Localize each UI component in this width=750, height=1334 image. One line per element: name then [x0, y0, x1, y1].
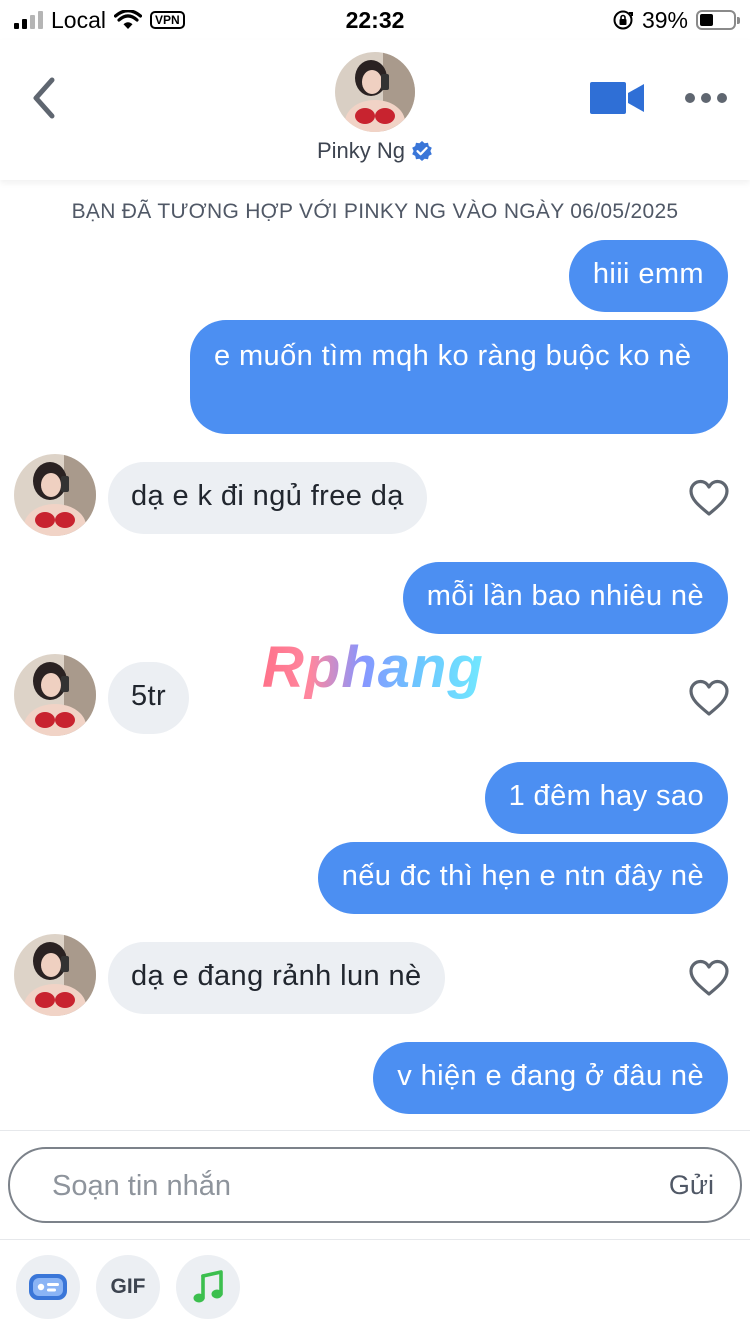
composer-divider	[0, 1239, 750, 1240]
verified-badge-icon	[412, 141, 432, 161]
message-composer: Gửi GIF	[0, 1130, 750, 1334]
sticker-card-icon	[29, 1274, 67, 1300]
message-outgoing[interactable]: e muốn tìm mqh ko ràng buộc ko nè	[190, 320, 728, 434]
like-message-button[interactable]	[688, 478, 730, 518]
sticker-card-button[interactable]	[16, 1255, 80, 1319]
message-outgoing[interactable]: nếu đc thì hẹn e ntn đây nè	[317, 842, 728, 914]
chat-screen: Local VPN 22:32 39% Pinky Ng BẠN ĐÃ TƯƠN…	[0, 0, 750, 1334]
status-bar: Local VPN 22:32 39%	[0, 0, 750, 40]
message-outgoing[interactable]: mỗi lần bao nhiêu nè	[402, 562, 728, 634]
rotation-lock-icon	[613, 10, 633, 30]
gif-icon: GIF	[110, 1275, 146, 1298]
like-message-button[interactable]	[688, 958, 730, 998]
chevron-left-icon	[33, 77, 55, 119]
message-input[interactable]	[50, 1149, 614, 1223]
heart-icon	[689, 479, 729, 516]
sender-avatar[interactable]	[14, 654, 96, 736]
message-input-box[interactable]: Gửi	[8, 1147, 742, 1223]
avatar-photo	[14, 934, 96, 1016]
more-dots-icon	[685, 93, 727, 103]
message-outgoing[interactable]: hiii emm	[568, 240, 728, 312]
message-list[interactable]: BẠN ĐÃ TƯƠNG HỢP VỚI PINKY NG VÀO NGÀY 0…	[0, 180, 750, 1130]
battery-icon	[696, 10, 740, 30]
sender-avatar[interactable]	[14, 934, 96, 1016]
match-date-note: BẠN ĐÃ TƯƠNG HỢP VỚI PINKY NG VÀO NGÀY 0…	[71, 200, 679, 223]
watermark-logo: Rphang	[262, 635, 484, 700]
message-outgoing[interactable]: 1 đêm hay sao	[484, 762, 728, 834]
music-note-icon	[193, 1270, 223, 1303]
message-incoming[interactable]: 5tr	[108, 662, 190, 734]
heart-icon	[689, 679, 729, 716]
chat-header: Pinky Ng	[0, 40, 750, 180]
message-outgoing[interactable]: v hiện e đang ở đâu nè	[373, 1042, 728, 1114]
music-button[interactable]	[176, 1255, 240, 1319]
battery-percentage: 39%	[641, 6, 688, 33]
sender-avatar[interactable]	[14, 454, 96, 536]
send-button[interactable]: Gửi	[669, 1149, 714, 1221]
profile-name: Pinky Ng	[316, 138, 406, 163]
avatar-photo	[14, 454, 96, 536]
like-message-button[interactable]	[688, 678, 730, 718]
avatar-photo	[335, 52, 415, 132]
back-button[interactable]	[22, 70, 66, 126]
video-camera-icon	[590, 82, 644, 114]
gif-button[interactable]: GIF	[96, 1255, 160, 1319]
profile-name-row[interactable]: Pinky Ng	[0, 138, 750, 164]
status-right: 39%	[612, 6, 740, 34]
heart-icon	[689, 959, 729, 996]
message-incoming[interactable]: dạ e đang rảnh lun nè	[108, 942, 445, 1014]
video-call-button[interactable]	[588, 78, 646, 118]
avatar-photo	[14, 654, 96, 736]
more-options-button[interactable]	[682, 86, 730, 110]
profile-avatar[interactable]	[335, 52, 415, 132]
message-incoming[interactable]: dạ e k đi ngủ free dạ	[108, 462, 427, 534]
